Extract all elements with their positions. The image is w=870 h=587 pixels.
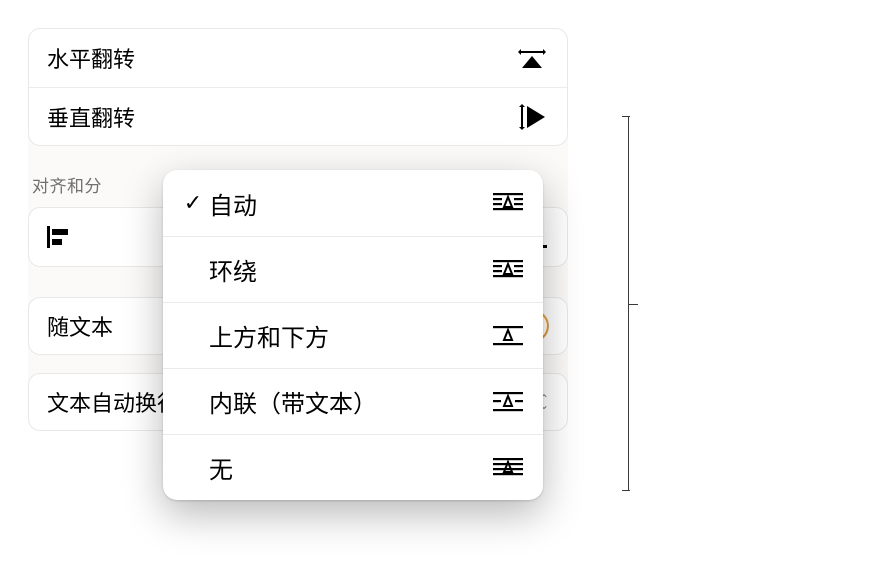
wrap-option-label: 上方和下方 [209,318,491,353]
text-wrap-label: 文本自动换行 [47,386,179,418]
annotation-bracket [610,116,636,491]
flip-vertical-row[interactable]: 垂直翻转 [29,87,567,145]
wrap-auto-icon [491,189,525,217]
checkmark-icon: ✓ [177,190,209,216]
flip-horizontal-row[interactable]: 水平翻转 [29,29,567,87]
wrap-popup-menu: ✓ 自动 环绕 [163,170,543,500]
wrap-option-above-below[interactable]: 上方和下方 [163,302,543,368]
wrap-around-icon [491,256,525,284]
move-with-text-label: 随文本 [47,310,113,342]
flip-horizontal-icon [515,41,549,75]
flip-horizontal-label: 水平翻转 [47,42,135,74]
wrap-option-label: 环绕 [209,252,491,287]
wrap-option-label: 无 [209,450,491,485]
align-left-button[interactable] [45,222,75,252]
wrap-option-none[interactable]: 无 [163,434,543,500]
wrap-option-auto[interactable]: ✓ 自动 [163,170,543,236]
wrap-option-label: 自动 [209,186,491,221]
format-panel: 水平翻转 垂直翻转 对齐和分 [28,28,568,431]
flip-vertical-icon [515,100,549,134]
wrap-option-around[interactable]: 环绕 [163,236,543,302]
wrap-option-inline[interactable]: 内联（带文本） [163,368,543,434]
wrap-inline-icon [491,388,525,416]
flip-card: 水平翻转 垂直翻转 [28,28,568,146]
wrap-option-label: 内联（带文本） [209,384,491,419]
flip-vertical-label: 垂直翻转 [47,101,135,133]
wrap-none-icon [491,454,525,482]
wrap-above-below-icon [491,322,525,350]
